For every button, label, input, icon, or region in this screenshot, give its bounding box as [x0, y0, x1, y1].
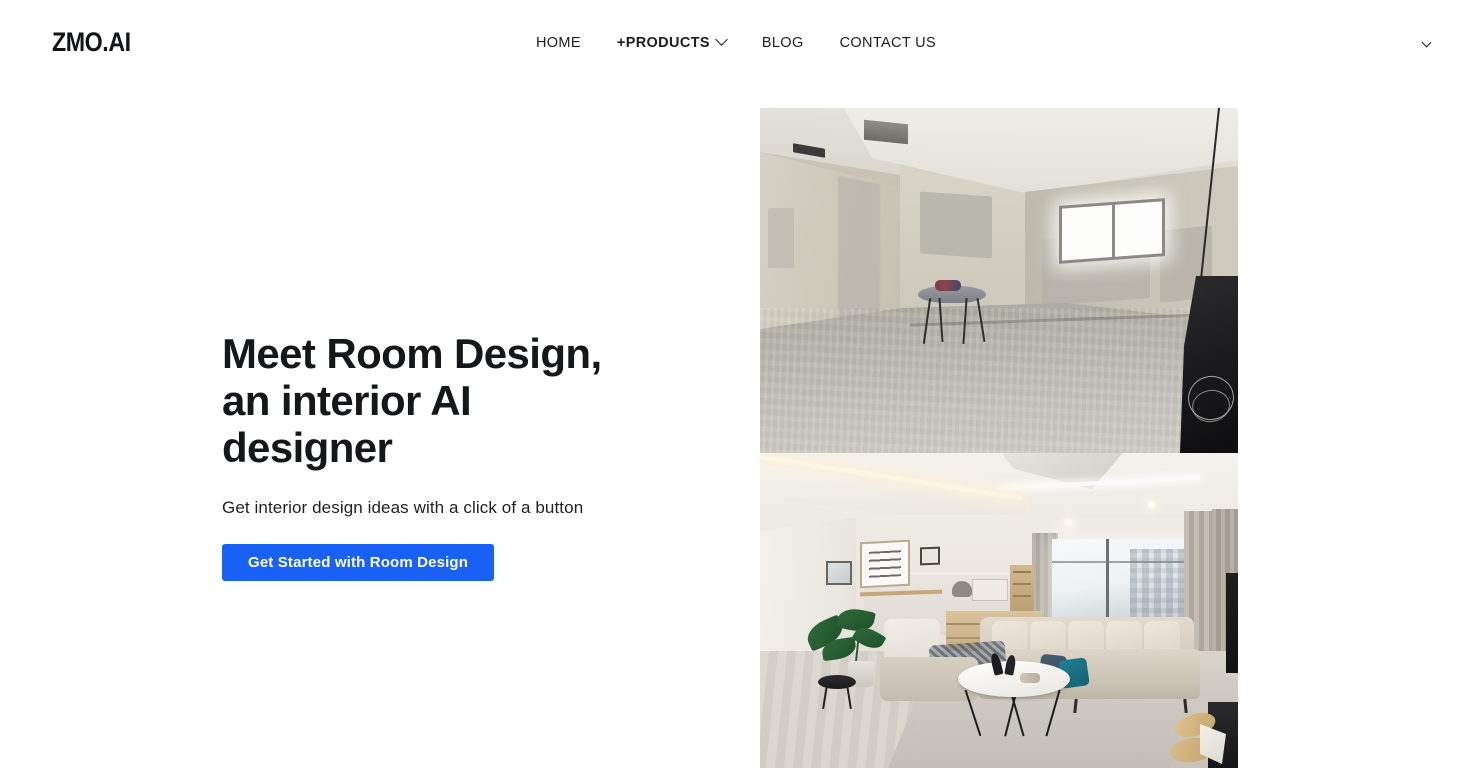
after-tall-cabinet: [1010, 565, 1034, 613]
language-selector-button[interactable]: [1418, 36, 1434, 52]
after-table-decor: [1020, 673, 1040, 683]
after-table-leg: [1045, 689, 1061, 737]
before-plaster-patch: [768, 208, 794, 268]
after-coffee-table: [958, 652, 1070, 737]
after-wall-niche: [972, 579, 1008, 601]
chevron-down-icon: [715, 33, 728, 46]
before-board-leg: [938, 297, 944, 343]
before-board-leg: [962, 297, 968, 345]
nav-label-blog: BLOG: [761, 34, 804, 51]
before-board-leg: [922, 298, 932, 344]
nav-item-contact-us[interactable]: CONTACT US: [822, 33, 954, 53]
after-table-lamp: [952, 581, 972, 597]
after-dark-panel: [1226, 573, 1238, 673]
after-table-leg: [964, 689, 982, 737]
nav-item-home[interactable]: HOME: [518, 33, 599, 53]
after-wooden-chairs: [1168, 702, 1238, 768]
before-floor-texture: [760, 308, 1238, 453]
nav-item-products[interactable]: +PRODUCTS: [599, 33, 744, 53]
after-stool-leg: [846, 684, 852, 710]
hero-media: [760, 108, 1238, 768]
nav-label-contact-us: CONTACT US: [839, 34, 936, 51]
page-title: Meet Room Design, an interior AI designe…: [222, 330, 602, 471]
before-plaster-patch: [920, 191, 992, 259]
before-room-photo: [760, 108, 1238, 453]
after-side-stool: [818, 675, 856, 710]
after-room-photo: [760, 453, 1238, 768]
hero-section: Meet Room Design, an interior AI designe…: [222, 330, 702, 581]
after-downlight: [1065, 519, 1072, 526]
before-ironing-board: [918, 280, 986, 345]
nav-item-blog[interactable]: BLOG: [744, 33, 822, 53]
before-board-leg: [976, 298, 986, 342]
before-plaster-patch: [838, 175, 880, 327]
get-started-button[interactable]: Get Started with Room Design: [222, 544, 495, 581]
after-stool-leg: [822, 684, 828, 710]
after-small-frame: [920, 546, 940, 566]
before-window: [1059, 198, 1165, 264]
after-stool-top: [818, 675, 856, 689]
hero-subtitle: Get interior design ideas with a click o…: [222, 498, 584, 517]
after-framed-art: [860, 539, 910, 589]
after-downlight: [1148, 501, 1155, 508]
main-navigation: HOME +PRODUCTS BLOG CONTACT US: [0, 0, 1472, 87]
nav-label-products: +PRODUCTS: [616, 34, 710, 51]
nav-label-home: HOME: [535, 34, 581, 51]
after-wall-mirror: [826, 561, 852, 585]
chevron-down-icon: [1421, 37, 1431, 47]
site-header: ZMO.AI HOME +PRODUCTS BLOG CONTACT US: [0, 0, 1472, 87]
before-board-item: [935, 280, 961, 291]
